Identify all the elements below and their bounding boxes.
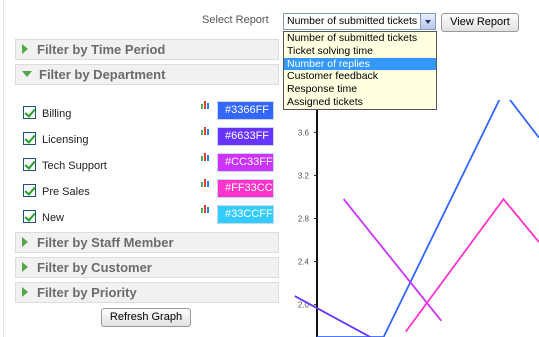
y-tick-label: 2.4 bbox=[298, 258, 310, 267]
filter-customer-header[interactable]: Filter by Customer bbox=[15, 257, 279, 278]
dropdown-option-replies[interactable]: Number of replies bbox=[284, 57, 436, 71]
expand-arrow-icon bbox=[22, 237, 28, 247]
dropdown-option-feedback[interactable]: Customer feedback bbox=[284, 70, 436, 83]
department-list: Billing #3366FF Licensing #6633FF Tech S… bbox=[15, 86, 279, 232]
select-report-label: Select Report bbox=[202, 14, 269, 26]
y-tick-label: 2.0 bbox=[298, 301, 310, 310]
y-tick-label: 3.6 bbox=[298, 128, 310, 137]
department-name: Licensing bbox=[42, 134, 89, 146]
dropdown-option-assigned[interactable]: Assigned tickets bbox=[284, 96, 436, 109]
filter-department-header[interactable]: Filter by Department bbox=[15, 64, 279, 85]
dropdown-option-submitted[interactable]: Number of submitted tickets bbox=[284, 32, 436, 45]
refresh-graph-button[interactable]: Refresh Graph bbox=[101, 308, 191, 327]
view-report-button[interactable]: View Report bbox=[441, 13, 519, 32]
filter-priority-header[interactable]: Filter by Priority bbox=[15, 282, 279, 303]
department-color-field[interactable]: #6633FF bbox=[217, 127, 274, 146]
department-row: Billing #3366FF bbox=[15, 101, 279, 125]
color-picker-icon[interactable] bbox=[201, 100, 211, 109]
department-name: Pre Sales bbox=[42, 186, 90, 198]
department-checkbox[interactable] bbox=[23, 106, 36, 119]
department-checkbox[interactable] bbox=[23, 158, 36, 171]
filter-time-period-header[interactable]: Filter by Time Period bbox=[15, 39, 279, 60]
report-select-value: Number of submitted tickets bbox=[287, 15, 418, 27]
collapse-arrow-icon bbox=[22, 71, 32, 77]
chevron-down-icon[interactable] bbox=[420, 14, 435, 29]
department-row: New #33CCFF bbox=[15, 205, 279, 229]
series-line bbox=[405, 197, 539, 333]
expand-arrow-icon bbox=[22, 262, 28, 272]
filter-staff-header[interactable]: Filter by Staff Member bbox=[15, 232, 279, 253]
department-color-field[interactable]: #FF33CC bbox=[217, 179, 274, 198]
department-row: Licensing #6633FF bbox=[15, 127, 279, 151]
report-select[interactable]: Number of submitted tickets bbox=[283, 13, 436, 30]
department-color-field[interactable]: #3366FF bbox=[217, 101, 274, 120]
department-checkbox[interactable] bbox=[23, 184, 36, 197]
expand-arrow-icon bbox=[22, 44, 28, 54]
report-chart: 3.6 3.2 2.8 2.4 2.0 bbox=[285, 100, 539, 337]
page-border bbox=[3, 0, 4, 337]
y-tick-label: 3.2 bbox=[298, 171, 310, 180]
series-line bbox=[294, 295, 371, 337]
department-color-field[interactable]: #33CCFF bbox=[217, 205, 274, 224]
filter-department-label: Filter by Department bbox=[39, 67, 166, 82]
department-color-field[interactable]: #CC33FF bbox=[217, 153, 274, 172]
chart-canvas: 3.6 3.2 2.8 2.4 2.0 bbox=[294, 100, 539, 337]
department-row: Pre Sales #FF33CC bbox=[15, 179, 279, 203]
department-name: New bbox=[42, 212, 65, 224]
color-picker-icon[interactable] bbox=[201, 126, 211, 135]
expand-arrow-icon bbox=[22, 287, 28, 297]
filter-customer-label: Filter by Customer bbox=[37, 260, 152, 275]
dropdown-option-solving-time[interactable]: Ticket solving time bbox=[284, 45, 436, 58]
department-row: Tech Support #CC33FF bbox=[15, 153, 279, 177]
color-picker-icon[interactable] bbox=[201, 204, 211, 213]
color-picker-icon[interactable] bbox=[201, 178, 211, 187]
department-name: Billing bbox=[42, 108, 72, 120]
department-checkbox[interactable] bbox=[23, 132, 36, 145]
dropdown-option-response-time[interactable]: Response time bbox=[284, 83, 436, 96]
filter-staff-label: Filter by Staff Member bbox=[37, 235, 174, 250]
filter-time-period-label: Filter by Time Period bbox=[37, 42, 166, 57]
y-tick-label: 2.8 bbox=[298, 215, 310, 224]
department-checkbox[interactable] bbox=[23, 210, 36, 223]
filter-priority-label: Filter by Priority bbox=[37, 285, 137, 300]
color-picker-icon[interactable] bbox=[201, 152, 211, 161]
department-name: Tech Support bbox=[42, 160, 107, 172]
report-dropdown: Number of submitted tickets Ticket solvi… bbox=[283, 31, 437, 110]
